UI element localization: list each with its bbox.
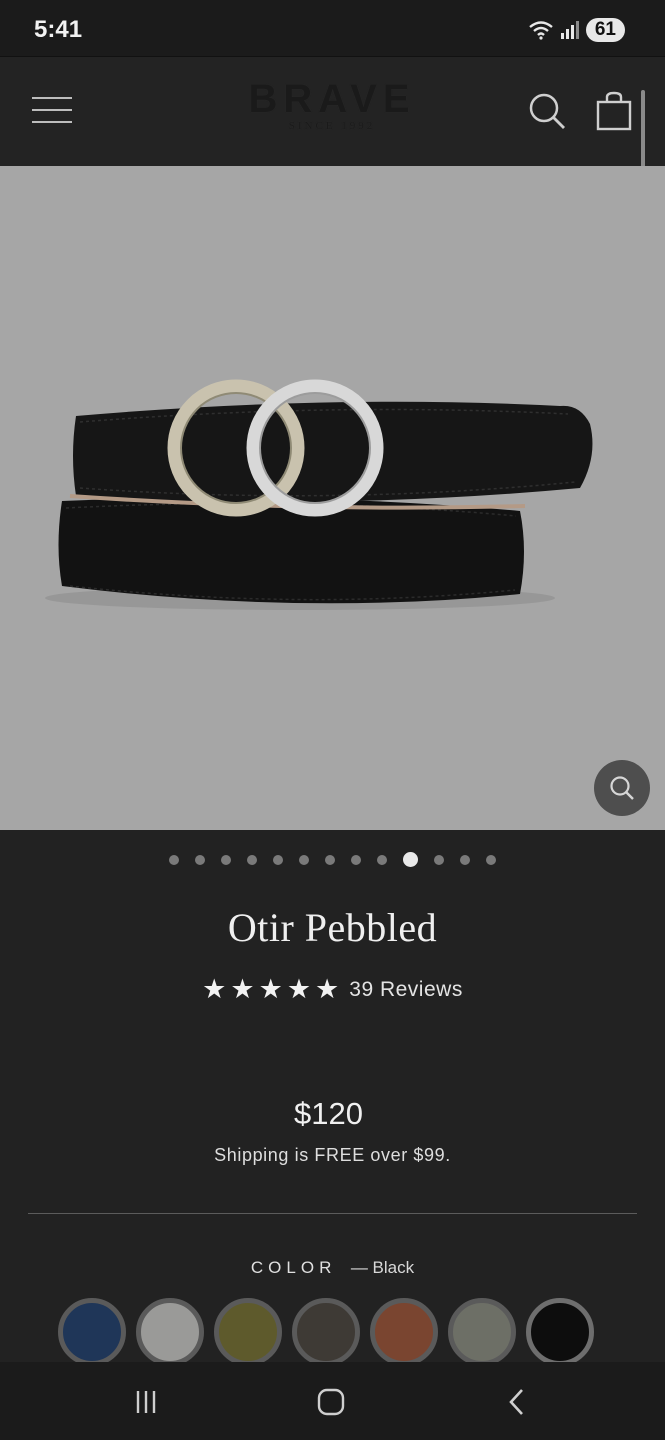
zoom-icon (610, 776, 634, 800)
color-label: COLOR (250, 1258, 337, 1277)
rating-summary[interactable]: ★ ★ ★ ★ ★ 39 Reviews (0, 976, 665, 1003)
star-icon: ★ (202, 974, 227, 1004)
product-title: Otir Pebbled (227, 905, 438, 950)
carousel-dot[interactable] (351, 854, 361, 865)
back-icon (509, 1389, 523, 1415)
wifi-icon (529, 21, 553, 40)
recent-apps-button[interactable] (126, 1382, 166, 1422)
carousel-dot[interactable] (273, 854, 283, 865)
status-icons: 61 (528, 18, 625, 42)
signal-icon (560, 21, 579, 39)
carousel-dot[interactable] (403, 852, 418, 867)
carousel-dot[interactable] (299, 854, 309, 865)
carousel-dot[interactable] (434, 854, 444, 865)
star-icon: ★ (315, 974, 340, 1004)
carousel-dot[interactable] (325, 854, 335, 865)
logo-text: BRAVE (248, 77, 416, 121)
carousel-dot[interactable] (377, 854, 387, 865)
home-button[interactable] (311, 1382, 351, 1422)
product-image[interactable] (0, 166, 665, 830)
battery-indicator: 61 (585, 18, 625, 42)
color-swatch-cognac[interactable] (370, 1298, 438, 1366)
carousel-dot[interactable] (460, 854, 470, 865)
site-header: BRAVE SINCE 1992 (0, 56, 665, 166)
color-swatch-olive[interactable] (214, 1298, 282, 1366)
search-icon[interactable] (527, 91, 567, 131)
home-icon (317, 1388, 345, 1416)
carousel-dot[interactable] (486, 854, 496, 865)
brand-logo[interactable]: BRAVE SINCE 1992 (232, 77, 432, 132)
zoom-button[interactable] (594, 760, 650, 816)
color-selector-label: COLOR — Black (0, 1258, 665, 1278)
shopping-bag-icon[interactable] (595, 91, 633, 131)
back-button[interactable] (497, 1382, 537, 1422)
color-swatches (58, 1298, 594, 1366)
color-swatch-sage[interactable] (448, 1298, 516, 1366)
shipping-note: Shipping is FREE over $99. (214, 1145, 451, 1165)
star-icon: ★ (286, 974, 312, 1004)
carousel-dots (0, 852, 665, 867)
reviews-link[interactable]: 39 Reviews (349, 978, 463, 1002)
recent-apps-icon (136, 1391, 156, 1413)
color-swatch-grey[interactable] (136, 1298, 204, 1366)
carousel-dot[interactable] (169, 854, 179, 865)
selected-color-name: — Black (350, 1258, 415, 1277)
star-icon: ★ (230, 974, 255, 1004)
color-swatch-brown[interactable] (292, 1298, 360, 1366)
carousel-dot[interactable] (247, 854, 257, 865)
carousel-dot[interactable] (195, 854, 205, 865)
star-icon: ★ (258, 974, 283, 1004)
divider (28, 1213, 637, 1214)
status-bar: 5:41 61 (0, 0, 665, 56)
system-nav-bar (0, 1362, 665, 1440)
product-price: $120 (294, 1096, 363, 1131)
color-swatch-black[interactable] (526, 1298, 594, 1366)
menu-icon[interactable] (32, 95, 72, 127)
status-time: 5:41 (34, 16, 83, 43)
belt-image (45, 379, 593, 610)
color-swatch-navy[interactable] (58, 1298, 126, 1366)
carousel-dot[interactable] (221, 854, 231, 865)
